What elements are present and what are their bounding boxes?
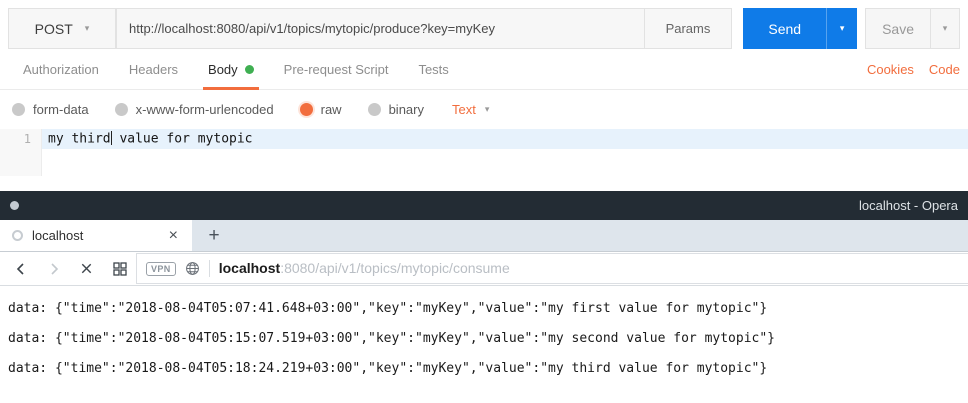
address-divider	[209, 260, 210, 277]
sse-data-line: data: {"time":"2018-08-04T05:18:24.219+0…	[8, 361, 960, 391]
address-path: :8080/api/v1/topics/mytopic/consume	[280, 260, 510, 276]
address-bar[interactable]: VPN localhost:8080/api/v1/topics/mytopic…	[136, 253, 968, 284]
request-tabs: Authorization Headers Body Pre-request S…	[0, 50, 968, 90]
params-button[interactable]: Params	[644, 9, 732, 48]
chevron-down-icon: ▾	[943, 23, 948, 34]
speed-dial-button[interactable]	[103, 252, 136, 285]
tab-tests[interactable]: Tests	[403, 50, 463, 89]
new-tab-button[interactable]: +	[192, 220, 236, 251]
vpn-badge[interactable]: VPN	[146, 262, 176, 276]
radio-icon	[12, 103, 25, 116]
tab-label: Body	[208, 62, 238, 77]
editor-gutter: 1	[0, 129, 42, 176]
body-type-label: x-www-form-urlencoded	[136, 102, 274, 117]
browser-tab-localhost[interactable]: localhost ×	[0, 220, 192, 251]
tab-headers[interactable]: Headers	[114, 50, 193, 89]
body-type-label: form-data	[33, 102, 89, 117]
radio-icon	[115, 103, 128, 116]
window-menu-dot-icon[interactable]	[10, 201, 19, 210]
body-type-label: binary	[389, 102, 424, 117]
method-select[interactable]: POST ▾	[8, 8, 116, 49]
forward-button[interactable]	[37, 252, 70, 285]
code-link[interactable]: Code	[929, 62, 960, 77]
close-x-icon	[79, 261, 94, 276]
body-type-x-www-form-urlencoded[interactable]: x-www-form-urlencoded	[115, 102, 274, 117]
save-button[interactable]: Save	[866, 9, 930, 48]
browser-tabstrip: localhost × +	[0, 220, 968, 252]
body-type-raw[interactable]: raw	[300, 102, 342, 117]
url-input[interactable]: http://localhost:8080/api/v1/topics/myto…	[117, 9, 644, 48]
body-type-form-data[interactable]: form-data	[12, 102, 89, 117]
body-type-binary[interactable]: binary	[368, 102, 424, 117]
line-number: 1	[0, 132, 31, 146]
format-label: Text	[452, 102, 476, 117]
tab-label: Headers	[129, 62, 178, 77]
globe-icon[interactable]	[185, 261, 200, 276]
send-button-group: Send ▾	[743, 8, 857, 49]
body-type-label: raw	[321, 102, 342, 117]
method-label: POST	[35, 21, 73, 37]
chevron-down-icon: ▾	[85, 23, 90, 34]
back-button[interactable]	[4, 252, 37, 285]
tab-close-icon[interactable]: ×	[167, 228, 180, 244]
favicon-loading-icon	[12, 230, 23, 241]
grid-icon	[112, 261, 128, 277]
address-host: localhost	[219, 260, 280, 276]
send-button[interactable]: Send	[743, 8, 826, 49]
tab-pre-request-script[interactable]: Pre-request Script	[269, 50, 404, 89]
chevron-down-icon: ▾	[840, 23, 845, 34]
save-options-button[interactable]: ▾	[930, 9, 959, 48]
cookies-link[interactable]: Cookies	[867, 62, 914, 77]
editor-area[interactable]: my third value for mytopic	[42, 129, 968, 176]
opera-window: localhost - Opera localhost × + VPN	[0, 191, 968, 391]
sse-data-line: data: {"time":"2018-08-04T05:07:41.648+0…	[8, 301, 960, 331]
postman-panel: POST ▾ http://localhost:8080/api/v1/topi…	[0, 8, 968, 191]
save-button-group: Save ▾	[865, 8, 960, 49]
plus-icon: +	[208, 225, 219, 247]
tab-authorization[interactable]: Authorization	[8, 50, 114, 89]
tab-title: localhost	[32, 228, 158, 243]
page-content: data: {"time":"2018-08-04T05:07:41.648+0…	[0, 286, 968, 391]
window-titlebar[interactable]: localhost - Opera	[0, 191, 968, 220]
body-type-selector: form-data x-www-form-urlencoded raw bina…	[0, 92, 968, 126]
address-text[interactable]: localhost:8080/api/v1/topics/mytopic/con…	[219, 260, 510, 278]
tab-label: Authorization	[23, 62, 99, 77]
request-links: Cookies Code	[867, 50, 960, 89]
window-title: localhost - Opera	[859, 198, 958, 213]
chevron-left-icon	[13, 261, 29, 277]
editor-text-before-cursor: my third	[48, 132, 111, 147]
stop-reload-button[interactable]	[70, 252, 103, 285]
chevron-right-icon	[46, 261, 62, 277]
send-options-button[interactable]: ▾	[826, 8, 857, 49]
url-field-wrap: http://localhost:8080/api/v1/topics/myto…	[116, 8, 732, 49]
tab-label: Pre-request Script	[284, 62, 389, 77]
radio-icon	[368, 103, 381, 116]
raw-body-editor[interactable]: 1 my third value for mytopic	[0, 129, 968, 176]
chevron-down-icon: ▾	[485, 104, 490, 115]
radio-selected-icon	[300, 103, 313, 116]
editor-line[interactable]: my third value for mytopic	[42, 129, 968, 149]
tab-label: Tests	[418, 62, 448, 77]
sse-data-line: data: {"time":"2018-08-04T05:15:07.519+0…	[8, 331, 960, 361]
format-select[interactable]: Text ▾	[452, 102, 489, 117]
editor-text-after-cursor: value for mytopic	[112, 132, 253, 147]
tab-body[interactable]: Body	[193, 50, 269, 89]
browser-navbar: VPN localhost:8080/api/v1/topics/mytopic…	[0, 252, 968, 286]
body-present-dot-icon	[245, 65, 254, 74]
request-bar: POST ▾ http://localhost:8080/api/v1/topi…	[8, 8, 960, 49]
